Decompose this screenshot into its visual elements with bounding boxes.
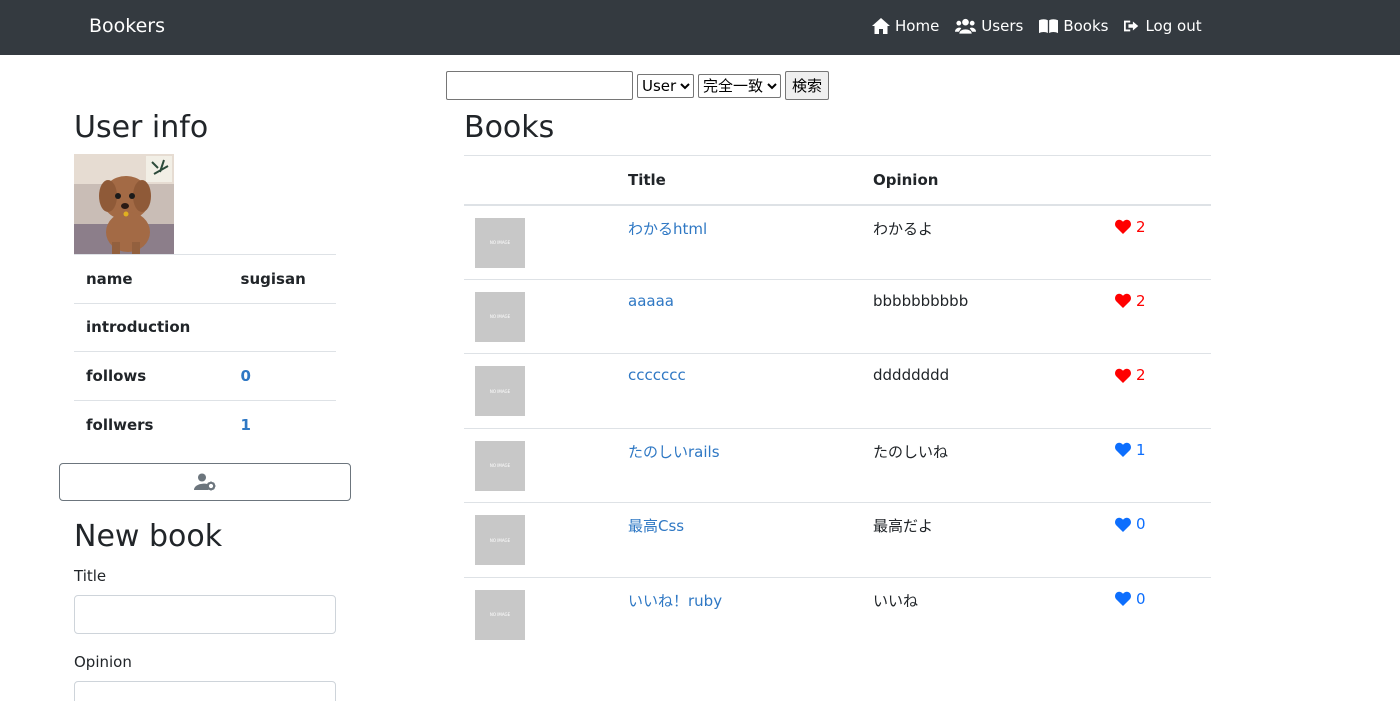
books-heading: Books <box>464 110 555 145</box>
followers-count-link[interactable]: 1 <box>241 416 251 434</box>
favorite-count: 2 <box>1136 291 1146 310</box>
book-row: NO IMAGE わかるhtml わかるよ 2 <box>464 204 1211 279</box>
book-title-link[interactable]: いいね！ruby <box>628 592 722 610</box>
book-row: NO IMAGE 最高Css 最高だよ 0 <box>464 502 1211 577</box>
new-book-heading: New book <box>74 519 223 554</box>
book-image[interactable]: NO IMAGE <box>475 589 525 640</box>
book-image[interactable]: NO IMAGE <box>475 366 525 416</box>
book-title-link[interactable]: わかるhtml <box>628 220 707 238</box>
user-name-value: sugisan <box>228 254 336 303</box>
users-icon <box>955 18 977 34</box>
favorite-button[interactable]: 2 <box>1115 366 1146 384</box>
heart-icon <box>1115 368 1131 383</box>
book-row: NO IMAGE aaaaa bbbbbbbbbb 2 <box>464 278 1211 354</box>
book-title-link[interactable]: たのしいrails <box>628 443 720 461</box>
heart-icon <box>1115 442 1131 457</box>
book-title-link[interactable]: ccccccc <box>628 366 686 384</box>
book-opinion: bbbbbbbbbb <box>861 278 1103 354</box>
search-button[interactable]: 検索 <box>785 71 830 100</box>
book-image[interactable]: NO IMAGE <box>475 440 525 491</box>
user-info-row-introduction: introduction <box>74 302 336 352</box>
nav-books-label: Books <box>1063 17 1109 35</box>
heart-icon <box>1115 293 1131 308</box>
heart-icon <box>1115 591 1131 606</box>
search-input[interactable] <box>446 71 633 100</box>
user-info-label: follwers <box>74 399 229 449</box>
opinion-field[interactable] <box>74 681 336 701</box>
opinion-label: Opinion <box>74 653 132 671</box>
user-info-heading: User info <box>74 110 209 145</box>
nav-links: Home Users Books Log out <box>872 17 1202 35</box>
brand-link[interactable]: Bookers <box>89 15 165 37</box>
favorite-button[interactable]: 0 <box>1115 515 1146 533</box>
favorite-button[interactable]: 1 <box>1115 441 1146 459</box>
title-field[interactable] <box>74 595 336 634</box>
book-opinion: いいね <box>861 576 1103 652</box>
avatar <box>74 154 174 254</box>
heart-icon <box>1115 219 1131 234</box>
nav-logout-label: Log out <box>1145 17 1202 35</box>
favorite-count: 2 <box>1136 217 1146 236</box>
books-table: Title Opinion NO IMAGE わかるhtml わかるよ 2 NO… <box>464 155 1211 652</box>
user-info-row-name: name sugisan <box>74 254 336 303</box>
column-header-title: Title <box>616 155 861 206</box>
book-icon <box>1039 19 1059 34</box>
favorite-count: 0 <box>1136 589 1146 608</box>
user-info-label: name <box>74 254 229 303</box>
search-method-select[interactable]: 完全一致 <box>698 73 781 98</box>
book-image[interactable]: NO IMAGE <box>475 217 525 268</box>
book-opinion: たのしいね <box>861 427 1103 503</box>
home-icon <box>872 18 890 34</box>
book-image[interactable]: NO IMAGE <box>475 291 525 342</box>
heart-icon <box>1115 517 1131 532</box>
favorite-count: 1 <box>1136 440 1146 459</box>
favorite-button[interactable]: 2 <box>1115 218 1146 236</box>
avatar-image <box>74 154 174 254</box>
favorite-button[interactable]: 0 <box>1115 590 1146 608</box>
nav-users-label: Users <box>981 17 1024 35</box>
follows-count-link[interactable]: 0 <box>241 367 251 385</box>
edit-profile-button[interactable] <box>59 463 351 501</box>
user-introduction-value <box>228 302 336 352</box>
user-info-table: name sugisan introduction follows 0 foll… <box>74 254 336 449</box>
book-title-link[interactable]: aaaaa <box>628 292 674 310</box>
column-header-favorite <box>1103 155 1211 206</box>
logout-icon <box>1124 20 1139 32</box>
book-opinion: 最高だよ <box>861 502 1103 577</box>
favorite-count: 0 <box>1136 515 1146 533</box>
book-row: NO IMAGE いいね！ruby いいね 0 <box>464 576 1211 652</box>
navbar: Bookers Home Users Books Log out <box>0 0 1400 55</box>
user-info-row-followers: follwers 1 <box>74 399 336 449</box>
nav-users-link[interactable]: Users <box>955 17 1023 35</box>
book-row: NO IMAGE ccccccc dddddddd 2 <box>464 353 1211 428</box>
title-label: Title <box>74 567 107 585</box>
user-cog-icon <box>194 473 216 491</box>
book-opinion: わかるよ <box>861 204 1103 279</box>
favorite-button[interactable]: 2 <box>1115 292 1146 310</box>
user-info-row-follows: follows 0 <box>74 351 336 400</box>
nav-home-label: Home <box>895 17 940 35</box>
user-info-label: follows <box>74 351 229 400</box>
user-info-label: introduction <box>74 302 229 352</box>
nav-home-link[interactable]: Home <box>872 17 939 35</box>
search-form: User 完全一致 検索 <box>446 71 830 100</box>
nav-books-link[interactable]: Books <box>1039 17 1108 35</box>
nav-logout-link[interactable]: Log out <box>1124 17 1202 35</box>
book-row: NO IMAGE たのしいrails たのしいね 1 <box>464 427 1211 503</box>
column-header-image <box>464 155 616 206</box>
books-header-row: Title Opinion <box>464 155 1211 206</box>
book-image[interactable]: NO IMAGE <box>475 515 525 565</box>
book-opinion: dddddddd <box>861 353 1103 428</box>
book-title-link[interactable]: 最高Css <box>628 517 684 535</box>
search-model-select[interactable]: User <box>637 73 694 98</box>
favorite-count: 2 <box>1136 366 1146 384</box>
column-header-opinion: Opinion <box>861 155 1103 206</box>
